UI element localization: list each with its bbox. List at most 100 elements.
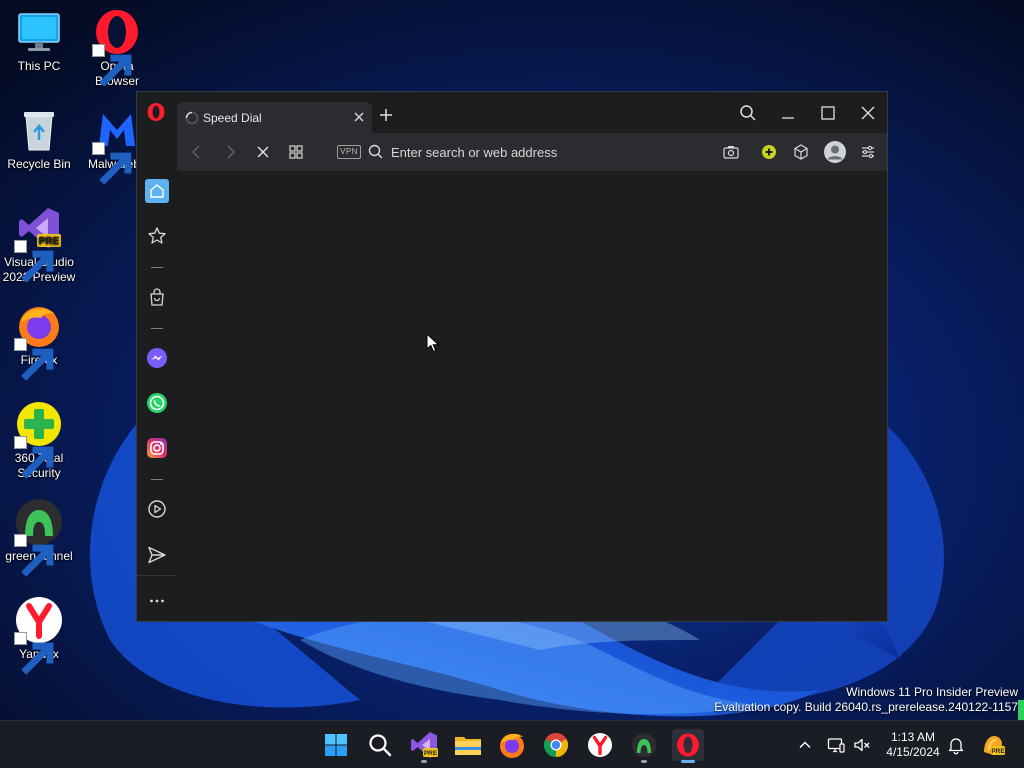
camera-snapshot-icon[interactable] [721,142,741,162]
sidebar-separator [137,575,177,576]
copilot-preview-icon[interactable]: PRE [980,732,1006,758]
opera-icon [92,8,141,87]
desktop-icon-firefox[interactable]: Firefox [0,302,78,381]
desktop-icon-yandex[interactable]: Yandex [0,596,78,675]
watermark-line-2: Evaluation copy. Build 26040.rs_prerelea… [714,700,1018,714]
recycle-bin-icon [15,106,63,154]
back-button[interactable] [187,142,207,162]
vpn-badge[interactable]: VPN [337,145,361,159]
active-indicator [681,760,695,763]
taskbar-clock[interactable]: 1:13 AM 4/15/2024 [880,730,946,760]
file-explorer-icon [455,737,481,755]
clock-date: 4/15/2024 [886,745,940,759]
sidebar-separator [151,267,163,268]
taskbar-file-explorer[interactable] [452,729,484,761]
taskbar-visual-studio[interactable]: PRE [408,729,440,763]
stop-loading-button[interactable] [253,142,273,162]
taskbar-yandex[interactable] [584,729,616,761]
loading-spinner-icon [185,111,199,125]
volume-muted-icon[interactable] [852,735,872,755]
firefox-icon [500,733,524,758]
watermark-line-1: Windows 11 Pro Insider Preview [846,685,1018,699]
malwarebytes-icon [92,106,141,185]
taskbar-chrome[interactable] [540,729,572,761]
desktop-icon-recycle-bin[interactable]: Recycle Bin [0,106,78,172]
firefox-icon [14,302,63,381]
show-hidden-icons-chevron[interactable] [795,735,815,755]
shortcut-arrow-icon [14,338,54,381]
address-bar-input[interactable] [391,141,691,163]
close-button[interactable] [857,102,879,124]
visual-studio-icon: PRE [411,732,438,758]
desktop-icon-this-pc[interactable]: This PC [0,8,78,74]
sidebar-separator [151,328,163,329]
browser-titlebar[interactable]: Speed Dial [137,92,887,133]
desktop-icon-label: This PC [17,59,61,73]
edge-indicator [1018,700,1024,720]
opera-menu-icon[interactable] [145,101,167,123]
running-indicator [641,760,647,763]
player-icon[interactable] [145,497,169,521]
start-button[interactable] [320,729,352,761]
mouse-cursor-icon [426,332,440,353]
messenger-icon[interactable] [145,346,169,370]
tabs-overview-icon[interactable] [286,142,306,162]
monitor-icon [15,8,63,56]
green-tunnel-icon [14,498,63,577]
instagram-icon[interactable] [145,436,169,460]
tab-title: Speed Dial [203,111,262,125]
start-icon [325,734,347,756]
crypto-wallet-icon[interactable] [759,142,779,162]
more-icon[interactable] [145,589,169,613]
taskbar: PRE 1:13 AM 4/15/2024 PRE [0,720,1024,768]
desktop-icon-visual-studio[interactable]: PRE Visual Studio 2022 Preview [0,204,78,285]
tab-speed-dial[interactable]: Speed Dial [177,102,372,133]
shortcut-arrow-icon [14,632,54,675]
chrome-icon [543,732,569,758]
taskbar-opera[interactable] [672,729,704,763]
shopping-icon[interactable] [145,285,169,309]
pre-badge: PRE [424,750,438,757]
maximize-button[interactable] [817,102,839,124]
send-icon[interactable] [145,543,169,567]
taskbar-green-tunnel[interactable] [628,729,660,763]
shortcut-arrow-icon [14,240,54,283]
cube-icon[interactable] [791,142,811,162]
desktop-icon-360-security[interactable]: 360 Total Security [0,400,78,481]
notification-bell-icon[interactable] [946,735,966,755]
taskbar-search-button[interactable] [364,729,396,761]
easy-setup-icon[interactable] [858,142,878,162]
forward-button[interactable] [220,142,240,162]
yandex-icon [14,596,63,675]
speed-dial-content [177,171,887,621]
pre-badge: PRE [991,748,1005,755]
360-security-icon [14,400,63,479]
new-tab-button[interactable] [379,108,393,122]
home-icon[interactable] [145,179,169,203]
whatsapp-icon[interactable] [145,391,169,415]
desktop-icon-opera[interactable]: Opera Browser [78,8,156,89]
search-icon [366,142,386,162]
running-indicator [421,760,427,763]
opera-icon [677,733,699,757]
search-icon [369,734,392,757]
browser-sidebar [137,171,177,621]
windows-watermark: Windows 11 Pro Insider Preview Evaluatio… [714,685,1018,715]
taskbar-firefox[interactable] [496,729,528,761]
yandex-icon [588,733,612,757]
clock-time: 1:13 AM [890,730,936,744]
visual-studio-icon: PRE [14,204,63,283]
search-tabs-icon[interactable] [737,102,759,124]
profile-avatar-icon[interactable] [823,140,847,164]
desktop-icon-label: Recycle Bin [7,157,71,171]
shortcut-arrow-icon [92,44,132,87]
network-icon[interactable] [826,735,846,755]
minimize-button[interactable] [777,102,799,124]
tab-close-icon[interactable] [352,110,366,124]
shortcut-arrow-icon [92,142,132,185]
bookmarks-icon[interactable] [145,224,169,248]
opera-browser-window: Speed Dial VPN Enter search or web addre… [136,91,888,622]
desktop-icon-green-tunnel[interactable]: green-tunnel [0,498,78,577]
browser-toolbar: VPN [177,133,887,171]
sidebar-separator [151,479,163,480]
